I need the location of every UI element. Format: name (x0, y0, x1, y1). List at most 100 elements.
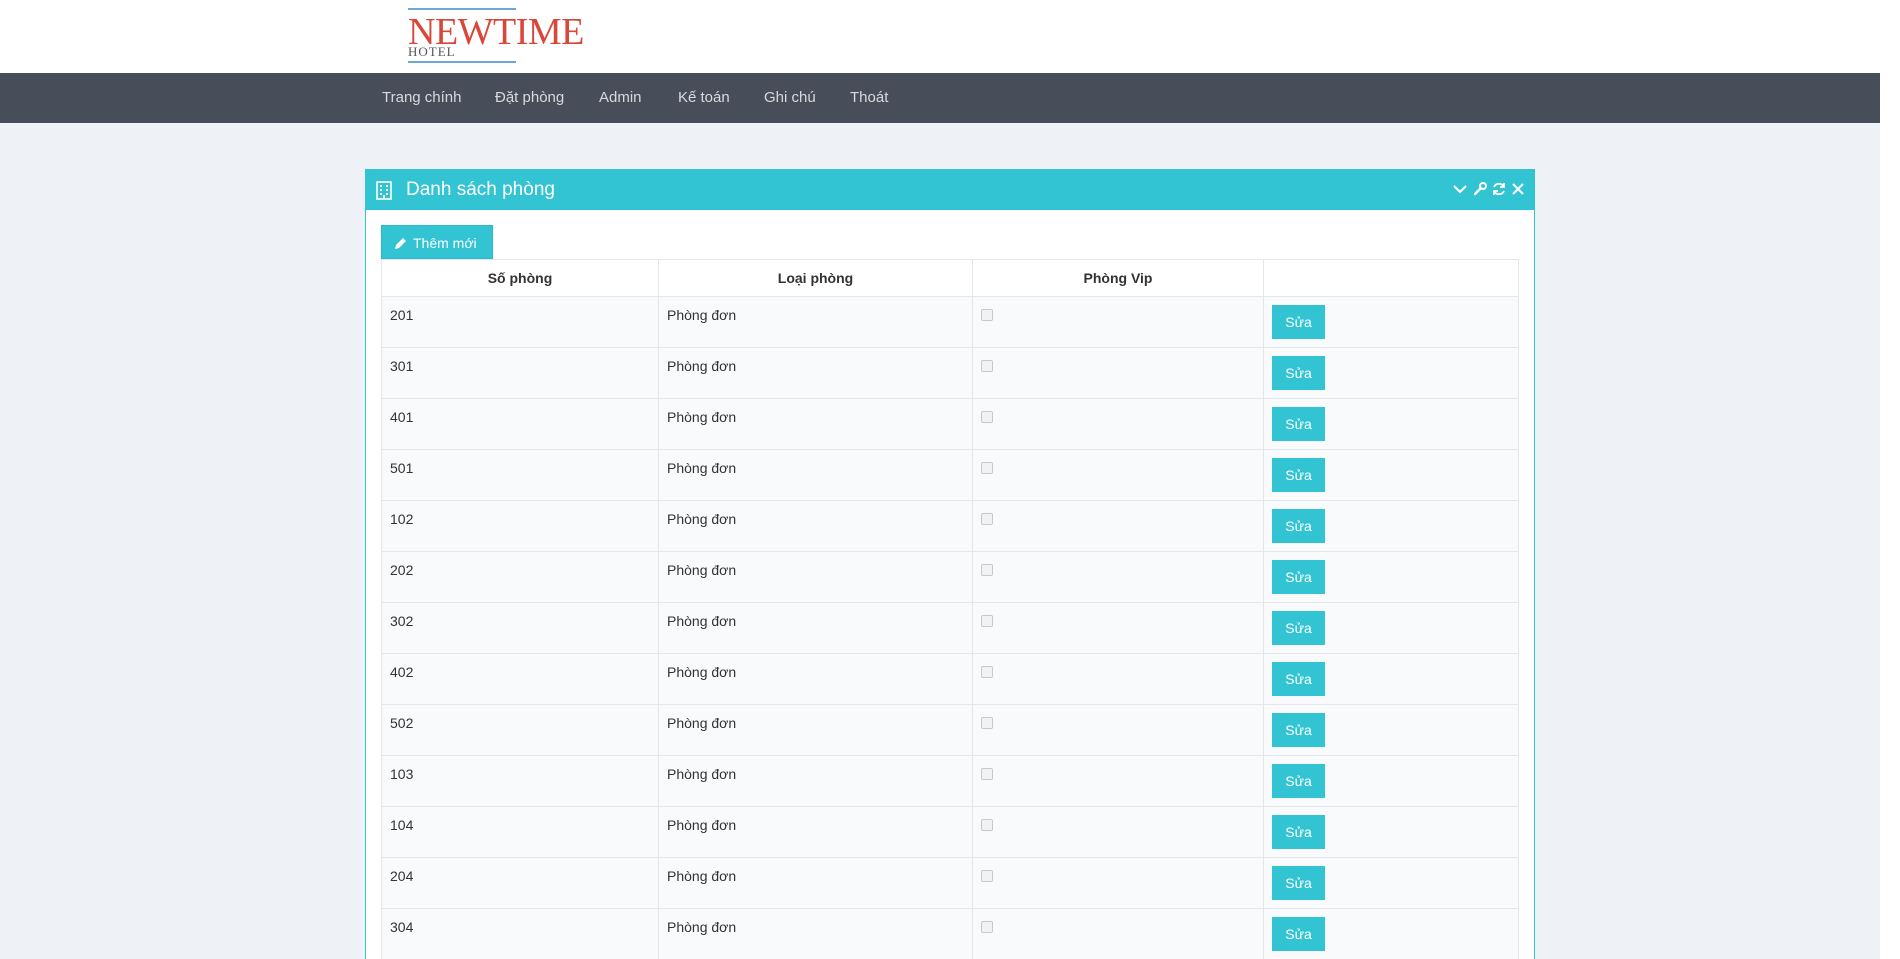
cell-actions: Sửa (1263, 602, 1519, 654)
table-row: 104 Phòng đơn Sửa (381, 806, 1519, 858)
column-header-room-type[interactable]: Loại phòng (658, 259, 973, 297)
vip-checkbox[interactable] (981, 666, 993, 678)
table-row: 502 Phòng đơn Sửa (381, 704, 1519, 756)
vip-checkbox[interactable] (981, 360, 993, 372)
panel-header: Danh sách phòng (366, 170, 1534, 210)
cell-vip (972, 704, 1264, 756)
cell-actions: Sửa (1263, 500, 1519, 552)
nav-item-dat-phong[interactable]: Đặt phòng (495, 73, 564, 123)
vip-checkbox[interactable] (981, 462, 993, 474)
edit-button[interactable]: Sửa (1272, 560, 1325, 594)
cell-actions: Sửa (1263, 857, 1519, 909)
logo-line-top (408, 8, 516, 10)
building-icon (376, 181, 392, 200)
edit-button[interactable]: Sửa (1272, 764, 1325, 798)
add-new-button[interactable]: Thêm mới (381, 225, 493, 259)
logo-sub: HOTEL (408, 44, 456, 59)
table-row: 202 Phòng đơn Sửa (381, 551, 1519, 603)
cell-vip (972, 449, 1264, 501)
nav-item-ghi-chu[interactable]: Ghi chú (764, 73, 816, 123)
cell-actions: Sửa (1263, 653, 1519, 705)
cell-room-type: Phòng đơn (658, 449, 973, 501)
cell-room-type: Phòng đơn (658, 347, 973, 399)
cell-actions: Sửa (1263, 551, 1519, 603)
table-row: 204 Phòng đơn Sửa (381, 857, 1519, 909)
edit-button[interactable]: Sửa (1272, 815, 1325, 849)
vip-checkbox[interactable] (981, 870, 993, 882)
edit-button[interactable]: Sửa (1272, 866, 1325, 900)
cell-room-type: Phòng đơn (658, 755, 973, 807)
table-row: 402 Phòng đơn Sửa (381, 653, 1519, 705)
cell-room-number: 103 (381, 755, 659, 807)
cell-room-type: Phòng đơn (658, 857, 973, 909)
column-header-room-number[interactable]: Số phòng (381, 259, 659, 297)
close-icon[interactable] (1510, 181, 1526, 197)
logo-line-bottom (408, 61, 516, 63)
chevron-down-icon[interactable] (1452, 181, 1468, 197)
cell-room-type: Phòng đơn (658, 398, 973, 450)
table-row: 304 Phòng đơn Sửa (381, 908, 1519, 959)
cell-room-number: 202 (381, 551, 659, 603)
edit-button[interactable]: Sửa (1272, 611, 1325, 645)
nav-item-thoat[interactable]: Thoát (850, 73, 888, 123)
table-header-row: Số phòng Loại phòng Phòng Vip (381, 259, 1519, 297)
edit-button[interactable]: Sửa (1272, 662, 1325, 696)
cell-room-number: 201 (381, 296, 659, 348)
cell-actions: Sửa (1263, 347, 1519, 399)
cell-room-type: Phòng đơn (658, 908, 973, 959)
cell-room-type: Phòng đơn (658, 806, 973, 858)
table-row: 301 Phòng đơn Sửa (381, 347, 1519, 399)
vip-checkbox[interactable] (981, 768, 993, 780)
nav-item-ke-toan[interactable]: Kế toán (678, 73, 730, 123)
cell-vip (972, 908, 1264, 959)
wrench-icon[interactable] (1472, 181, 1488, 197)
add-new-label: Thêm mới (413, 235, 477, 251)
edit-button[interactable]: Sửa (1272, 407, 1325, 441)
cell-actions: Sửa (1263, 755, 1519, 807)
cell-room-number: 102 (381, 500, 659, 552)
table-row: 102 Phòng đơn Sửa (381, 500, 1519, 552)
rooms-table: Số phòng Loại phòng Phòng Vip 201 Phòng … (381, 259, 1519, 959)
cell-vip (972, 296, 1264, 348)
edit-button[interactable]: Sửa (1272, 917, 1325, 951)
pencil-icon (395, 238, 406, 249)
edit-button[interactable]: Sửa (1272, 458, 1325, 492)
column-header-vip[interactable]: Phòng Vip (972, 259, 1264, 297)
logo[interactable]: NEWTIME HOTEL (408, 8, 584, 64)
edit-button[interactable]: Sửa (1272, 509, 1325, 543)
cell-vip (972, 755, 1264, 807)
vip-checkbox[interactable] (981, 513, 993, 525)
nav-item-admin[interactable]: Admin (599, 73, 642, 123)
edit-button[interactable]: Sửa (1272, 713, 1325, 747)
cell-vip (972, 347, 1264, 399)
cell-room-number: 302 (381, 602, 659, 654)
vip-checkbox[interactable] (981, 921, 993, 933)
cell-room-type: Phòng đơn (658, 296, 973, 348)
cell-room-number: 501 (381, 449, 659, 501)
refresh-icon[interactable] (1491, 181, 1507, 197)
vip-checkbox[interactable] (981, 615, 993, 627)
vip-checkbox[interactable] (981, 411, 993, 423)
cell-vip (972, 857, 1264, 909)
cell-vip (972, 806, 1264, 858)
edit-button[interactable]: Sửa (1272, 305, 1325, 339)
cell-room-number: 304 (381, 908, 659, 959)
table-row: 103 Phòng đơn Sửa (381, 755, 1519, 807)
nav-item-trang-chinh[interactable]: Trang chính (382, 73, 462, 123)
edit-button[interactable]: Sửa (1272, 356, 1325, 390)
vip-checkbox[interactable] (981, 564, 993, 576)
cell-room-number: 204 (381, 857, 659, 909)
room-list-panel: Danh sách phòng Thêm mới Số phòng Loại p… (365, 169, 1535, 959)
cell-room-type: Phòng đơn (658, 704, 973, 756)
cell-actions: Sửa (1263, 398, 1519, 450)
vip-checkbox[interactable] (981, 309, 993, 321)
cell-actions: Sửa (1263, 704, 1519, 756)
vip-checkbox[interactable] (981, 819, 993, 831)
cell-vip (972, 653, 1264, 705)
vip-checkbox[interactable] (981, 717, 993, 729)
table-row: 501 Phòng đơn Sửa (381, 449, 1519, 501)
cell-actions: Sửa (1263, 806, 1519, 858)
header: NEWTIME HOTEL (0, 0, 1880, 73)
table-row: 401 Phòng đơn Sửa (381, 398, 1519, 450)
cell-room-type: Phòng đơn (658, 602, 973, 654)
